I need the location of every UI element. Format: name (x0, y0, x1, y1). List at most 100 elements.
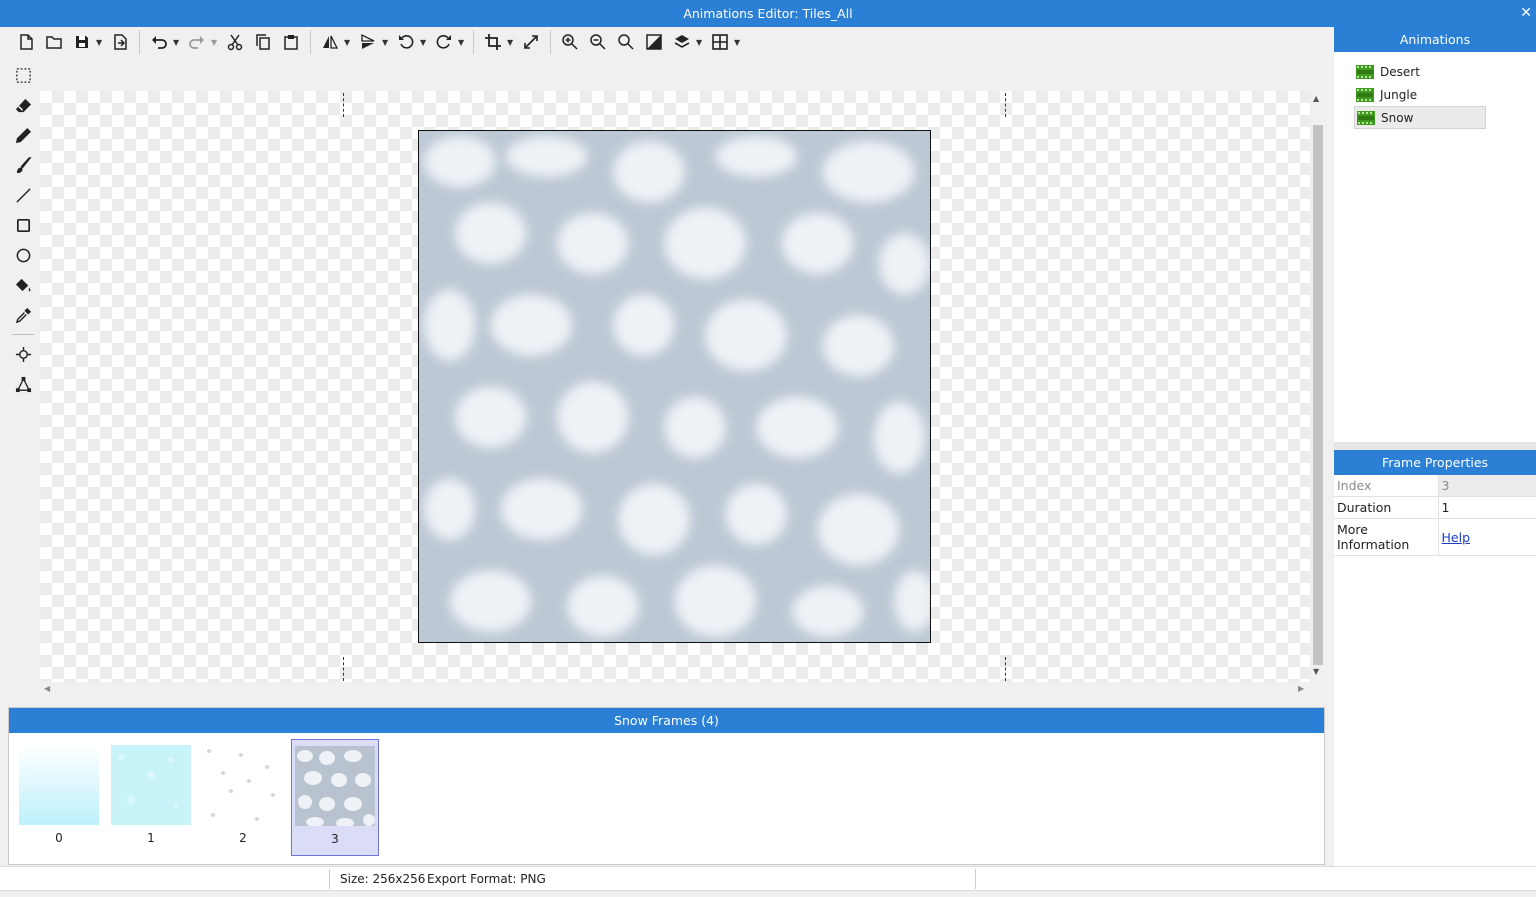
line-icon[interactable] (8, 180, 38, 210)
animation-item-label: Jungle (1380, 87, 1418, 102)
status-bar: Size: 256x256 Export Format: PNG (0, 866, 1536, 891)
property-row-index: Index 3 (1334, 475, 1536, 497)
pencil-icon[interactable] (8, 120, 38, 150)
canvas-vertical-scrollbar[interactable]: ▲ ▼ (1310, 91, 1326, 682)
animation-item-label: Desert (1380, 64, 1420, 79)
ellipse-icon[interactable] (8, 240, 38, 270)
scroll-left-icon[interactable]: ◀ (44, 684, 50, 693)
contrast-icon[interactable] (640, 29, 668, 55)
rotate-left-icon[interactable] (392, 29, 420, 55)
flip-vertical-icon[interactable] (354, 29, 382, 55)
window-titlebar: Animations Editor: Tiles_All ✕ (0, 0, 1536, 27)
frame-thumbnail-1[interactable]: 1 (107, 739, 195, 856)
frame-properties-header: Frame Properties (1334, 450, 1536, 475)
drawing-canvas[interactable] (40, 91, 1310, 682)
canvas-horizontal-scrollbar[interactable]: ◀ ▶ (40, 682, 1310, 698)
frame-properties-grid: Index 3 Duration 1 More Information Help (1334, 475, 1536, 556)
toolbar-separator (310, 30, 311, 54)
rectangle-icon[interactable] (8, 210, 38, 240)
undo-dropdown-caret-icon[interactable]: ▼ (173, 38, 183, 47)
paste-icon[interactable] (277, 29, 305, 55)
scroll-right-icon[interactable]: ▶ (1298, 684, 1304, 693)
frame-label: 2 (239, 831, 247, 845)
polygon-icon[interactable] (8, 369, 38, 399)
redo-icon[interactable] (183, 29, 211, 55)
cut-icon[interactable] (221, 29, 249, 55)
frame-label: 3 (331, 832, 339, 846)
frames-panel: Snow Frames (4) 0 1 2 3 (8, 707, 1325, 865)
layers-icon[interactable] (668, 29, 696, 55)
vertical-scroll-thumb[interactable] (1313, 125, 1323, 665)
scroll-down-icon[interactable]: ▼ (1313, 667, 1319, 676)
film-strip-icon (1357, 110, 1375, 125)
toolbar-separator (139, 30, 140, 54)
crop-icon[interactable] (479, 29, 507, 55)
animation-item-snow[interactable]: Snow (1354, 106, 1486, 129)
rotate-right-caret-icon[interactable]: ▼ (458, 38, 468, 47)
close-icon[interactable]: ✕ (1520, 0, 1532, 27)
bounds-guide (343, 93, 344, 117)
help-link[interactable]: Help (1442, 530, 1471, 545)
right-sidebar: Animations Desert Jungle Snow Frame Prop… (1334, 27, 1536, 866)
frame-1-image (111, 745, 191, 825)
crop-caret-icon[interactable]: ▼ (507, 38, 517, 47)
animation-item-label: Snow (1381, 110, 1414, 125)
grid-icon[interactable] (706, 29, 734, 55)
animation-item-jungle[interactable]: Jungle (1354, 83, 1486, 106)
grid-caret-icon[interactable]: ▼ (734, 38, 744, 47)
animations-list: Desert Jungle Snow (1334, 52, 1536, 442)
drawing-tools-panel (8, 60, 38, 400)
zoom-in-icon[interactable] (556, 29, 584, 55)
index-value: 3 (1438, 475, 1536, 497)
duration-field[interactable]: 1 (1438, 496, 1536, 519)
film-strip-icon (1356, 64, 1374, 79)
frame-2-image (203, 745, 283, 825)
fill-bucket-icon[interactable] (8, 270, 38, 300)
export-icon[interactable] (106, 29, 134, 55)
frame-label: 0 (55, 831, 63, 845)
status-separator (329, 869, 330, 889)
origin-point-icon[interactable] (8, 339, 38, 369)
status-export-format: Export Format: PNG (427, 872, 546, 886)
animation-item-desert[interactable]: Desert (1354, 60, 1486, 83)
save-dropdown-caret-icon[interactable]: ▼ (96, 38, 106, 47)
frames-list: 0 1 2 3 (9, 733, 1324, 856)
window-title: Animations Editor: Tiles_All (683, 6, 853, 21)
brush-icon[interactable] (8, 150, 38, 180)
frame-thumbnail-2[interactable]: 2 (199, 739, 287, 856)
resize-icon[interactable] (517, 29, 545, 55)
panel-splitter[interactable] (1334, 442, 1536, 450)
bounds-guide (1005, 657, 1006, 681)
bounds-guide (1005, 93, 1006, 117)
new-file-icon[interactable] (12, 29, 40, 55)
scroll-up-icon[interactable]: ▲ (1313, 94, 1319, 103)
rotate-left-caret-icon[interactable]: ▼ (420, 38, 430, 47)
property-key: Duration (1334, 496, 1439, 519)
flip-horizontal-icon[interactable] (316, 29, 344, 55)
flip-horizontal-caret-icon[interactable]: ▼ (344, 38, 354, 47)
frame-thumbnail-0[interactable]: 0 (15, 739, 103, 856)
undo-icon[interactable] (145, 29, 173, 55)
redo-dropdown-caret-icon[interactable]: ▼ (211, 38, 221, 47)
rotate-right-icon[interactable] (430, 29, 458, 55)
zoom-reset-icon[interactable] (612, 29, 640, 55)
layers-caret-icon[interactable]: ▼ (696, 38, 706, 47)
save-icon[interactable] (68, 29, 96, 55)
property-row-more-info: More Information Help (1334, 518, 1536, 556)
flip-vertical-caret-icon[interactable]: ▼ (382, 38, 392, 47)
property-row-duration: Duration 1 (1334, 496, 1536, 519)
frames-header: Snow Frames (4) (9, 708, 1324, 733)
copy-icon[interactable] (249, 29, 277, 55)
select-rect-icon[interactable] (8, 60, 38, 90)
eraser-icon[interactable] (8, 90, 38, 120)
frame-3-image (295, 746, 375, 826)
frame-0-image (19, 745, 99, 825)
zoom-out-icon[interactable] (584, 29, 612, 55)
eyedropper-icon[interactable] (8, 300, 38, 330)
toolbar-separator (550, 30, 551, 54)
property-key: More Information (1334, 518, 1439, 556)
film-strip-icon (1356, 87, 1374, 102)
open-folder-icon[interactable] (40, 29, 68, 55)
status-size: Size: 256x256 (340, 872, 426, 886)
frame-thumbnail-3[interactable]: 3 (291, 739, 379, 856)
